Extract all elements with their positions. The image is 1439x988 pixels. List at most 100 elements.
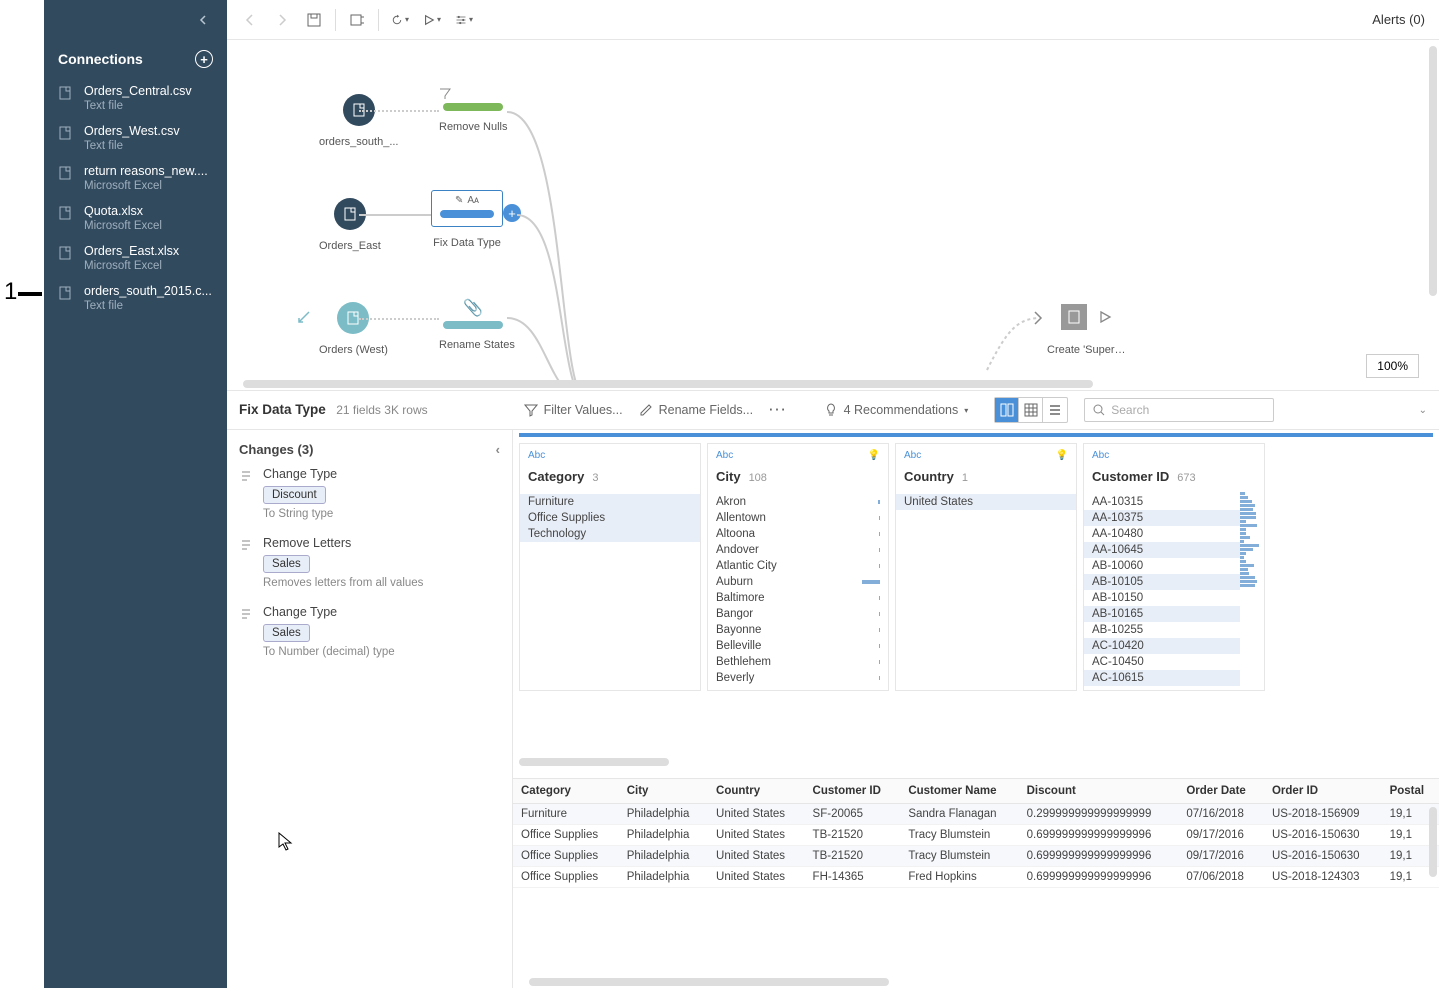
alerts-button[interactable]: Alerts (0) [1372, 12, 1425, 27]
search-input[interactable]: Search [1084, 398, 1274, 422]
profile-value[interactable]: Belleville [708, 638, 888, 654]
profile-value[interactable]: AA-10375 [1084, 510, 1240, 526]
column-header[interactable]: Discount [1019, 779, 1179, 804]
profile-value[interactable]: Andover [708, 542, 888, 558]
save-button[interactable] [305, 11, 323, 29]
profile-value[interactable]: AB-10060 [1084, 558, 1240, 574]
profile-value[interactable]: Beverly [708, 670, 888, 686]
column-header[interactable]: Customer ID [805, 779, 901, 804]
table-row[interactable]: Office SuppliesPhiladelphiaUnited States… [513, 846, 1439, 867]
connection-item[interactable]: Orders_West.csvText file [44, 118, 227, 158]
change-desc: Removes letters from all values [263, 577, 500, 589]
profile-value[interactable]: Allentown [708, 510, 888, 526]
connect-button[interactable] [348, 11, 366, 29]
profile-value[interactable]: Bethlehem [708, 654, 888, 670]
profile-value[interactable]: AA-10480 [1084, 526, 1240, 542]
connection-item[interactable]: Orders_Central.csvText file [44, 78, 227, 118]
column-header[interactable]: Postal [1382, 779, 1439, 804]
lightbulb-icon[interactable]: 💡 [1056, 450, 1068, 461]
list-view-button[interactable] [1043, 398, 1067, 422]
connection-name: orders_south_2015.c... [84, 284, 212, 298]
settings-button[interactable]: ▾ [455, 11, 473, 29]
column-header[interactable]: City [619, 779, 708, 804]
profile-value[interactable]: Auburn [708, 574, 888, 590]
more-options-button[interactable]: ··· [769, 403, 788, 417]
expand-button[interactable]: ⌄ [1419, 405, 1427, 416]
field-name: Customer ID [1092, 469, 1169, 484]
column-header[interactable]: Category [513, 779, 619, 804]
column-header[interactable]: Order Date [1178, 779, 1264, 804]
profile-value[interactable]: Altoona [708, 526, 888, 542]
profile-value[interactable]: Baltimore [708, 590, 888, 606]
table-cell: US-2016-150630 [1264, 825, 1382, 846]
profile-value[interactable]: AB-10150 [1084, 590, 1240, 606]
refresh-button[interactable]: ▾ [391, 11, 409, 29]
lightbulb-icon[interactable]: 💡 [868, 450, 880, 461]
table-row[interactable]: Office SuppliesPhiladelphiaUnited States… [513, 825, 1439, 846]
profile-card[interactable]: Abc💡 Country1 United States [895, 443, 1077, 691]
grid-hscrollbar[interactable] [529, 978, 889, 986]
table-row[interactable]: Office SuppliesPhiladelphiaUnited States… [513, 867, 1439, 888]
connection-item[interactable]: Orders_East.xlsxMicrosoft Excel [44, 238, 227, 278]
profile-value[interactable]: AB-10165 [1084, 606, 1240, 622]
profile-value[interactable]: AB-10105 [1084, 574, 1240, 590]
back-button[interactable] [241, 11, 259, 29]
zoom-level[interactable]: 100% [1366, 354, 1419, 378]
profile-card[interactable]: Abc Category3 FurnitureOffice SuppliesTe… [519, 443, 701, 691]
profile-value[interactable]: AC-10420 [1084, 638, 1240, 654]
profile-value[interactable]: Atlantic City [708, 558, 888, 574]
profile-card[interactable]: Abc Customer ID673 AA-10315AA-10375AA-10… [1083, 443, 1265, 691]
profile-value[interactable]: AC-10615 [1084, 670, 1240, 686]
rename-fields-button[interactable]: Rename Fields... [639, 403, 753, 417]
table-cell: United States [708, 825, 805, 846]
profile-value[interactable]: Akron [708, 494, 888, 510]
change-icon [239, 607, 255, 623]
file-icon [58, 86, 74, 102]
canvas-hscrollbar[interactable] [235, 380, 1419, 388]
connection-item[interactable]: Quota.xlsxMicrosoft Excel [44, 198, 227, 238]
profile-view-button[interactable] [995, 398, 1019, 422]
connection-type: Text file [84, 300, 212, 312]
profile-hscrollbar[interactable] [519, 758, 669, 766]
table-cell: 0.699999999999999996 [1019, 867, 1179, 888]
profile-value[interactable]: Technology [520, 526, 700, 542]
profile-value[interactable]: Office Supplies [520, 510, 700, 526]
profile-value[interactable]: AA-10315 [1084, 494, 1240, 510]
flow-canvas[interactable]: orders_south_... Remove Nulls Orders_Eas… [227, 40, 1439, 390]
canvas-vscrollbar[interactable] [1429, 46, 1437, 296]
profile-value[interactable]: Bangor [708, 606, 888, 622]
output-node[interactable]: Create 'Supers... [1047, 304, 1127, 356]
change-item[interactable]: Change Type Sales To Number (decimal) ty… [239, 605, 500, 658]
run-output-button[interactable] [1097, 309, 1113, 325]
profile-value[interactable]: AB-10255 [1084, 622, 1240, 638]
table-row[interactable]: FurniturePhiladelphiaUnited StatesSF-200… [513, 804, 1439, 825]
collapse-changes-button[interactable]: ‹ [496, 442, 500, 457]
step-rename-states[interactable]: 📎 Rename States [439, 298, 515, 351]
profile-value[interactable]: Furniture [520, 494, 700, 510]
change-item[interactable]: Change Type Discount To String type [239, 467, 500, 520]
change-icon [239, 469, 255, 485]
profile-value[interactable]: AC-10450 [1084, 654, 1240, 670]
forward-button[interactable] [273, 11, 291, 29]
recommendations-button[interactable]: 4 Recommendations ▾ [824, 403, 969, 417]
change-item[interactable]: Remove Letters Sales Removes letters fro… [239, 536, 500, 589]
grid-vscrollbar[interactable] [1429, 807, 1437, 877]
column-header[interactable]: Order ID [1264, 779, 1382, 804]
connection-item[interactable]: return reasons_new....Microsoft Excel [44, 158, 227, 198]
run-flow-button[interactable]: ▾ [423, 11, 441, 29]
collapse-sidebar-button[interactable] [195, 11, 213, 29]
profile-card[interactable]: Abc💡 City108 AkronAllentownAltoonaAndove… [707, 443, 889, 691]
grid-view-button[interactable] [1019, 398, 1043, 422]
profile-value[interactable]: AA-10645 [1084, 542, 1240, 558]
connection-item[interactable]: orders_south_2015.c... Text file [44, 278, 227, 318]
add-connection-button[interactable]: + [195, 50, 213, 68]
change-title: Remove Letters [263, 536, 500, 550]
column-header[interactable]: Country [708, 779, 805, 804]
data-table[interactable]: CategoryCityCountryCustomer IDCustomer N… [513, 779, 1439, 888]
profile-value[interactable]: Bayonne [708, 622, 888, 638]
step-fix-data-type[interactable]: ✎Aᴀ + Fix Data Type [431, 190, 503, 249]
filter-values-button[interactable]: Filter Values... [524, 403, 623, 417]
step-remove-nulls[interactable]: Remove Nulls [439, 88, 507, 133]
column-header[interactable]: Customer Name [900, 779, 1018, 804]
profile-value[interactable]: United States [896, 494, 1076, 510]
